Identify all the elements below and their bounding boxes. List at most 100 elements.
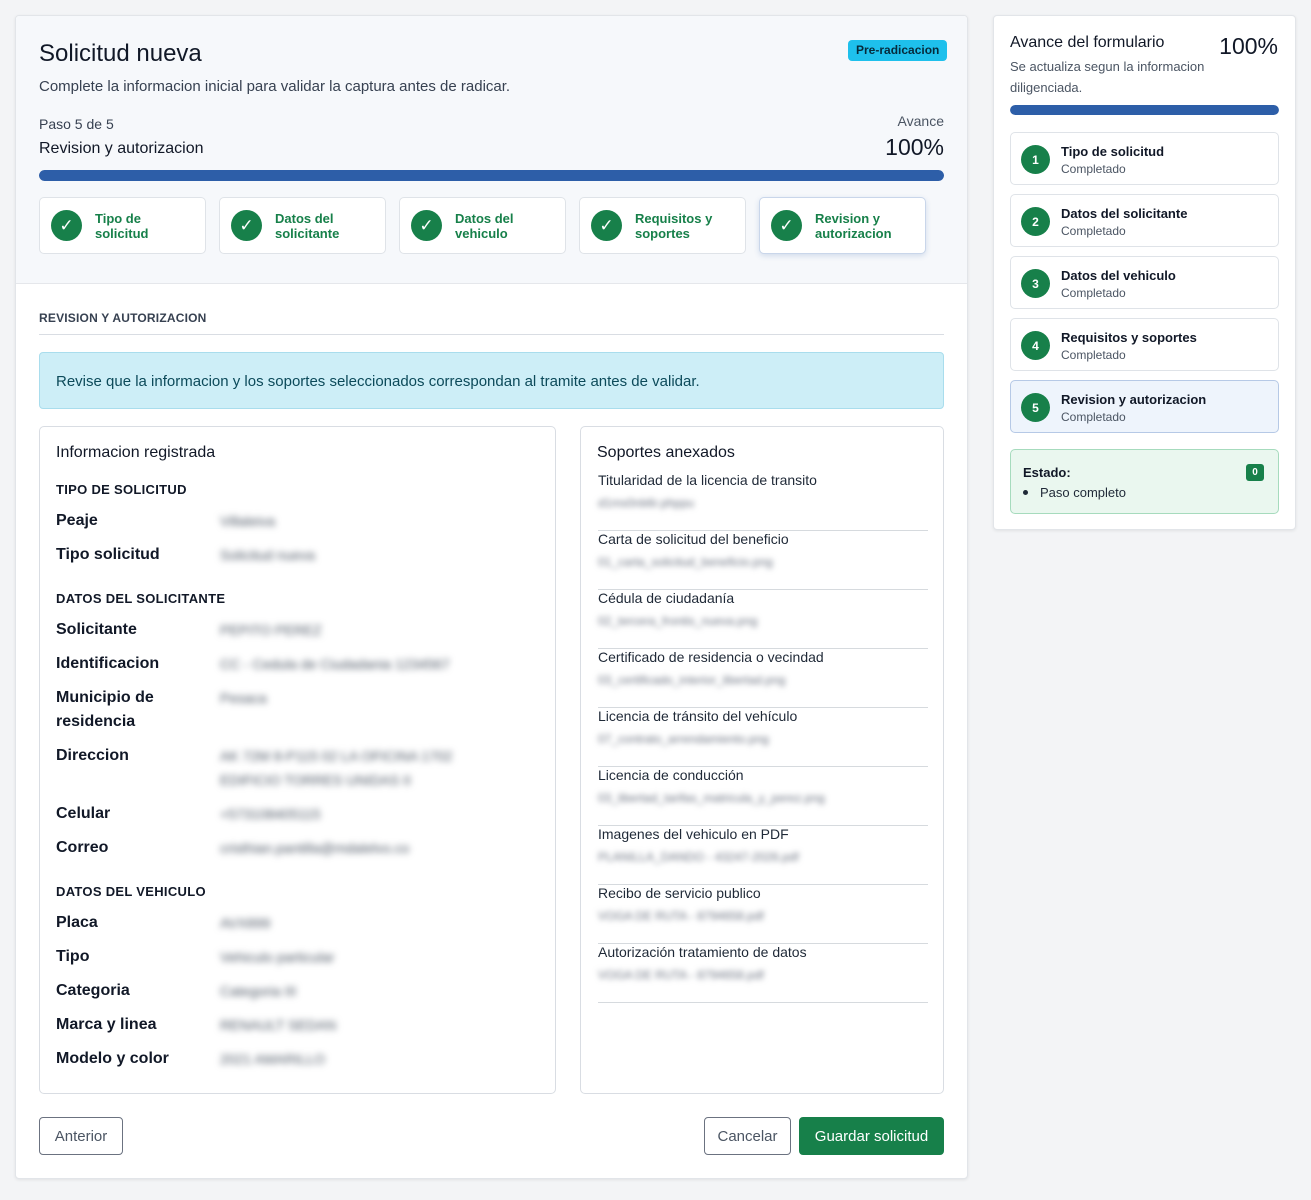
step-counter: Paso 5 de 5 [39,116,114,132]
sidebar-step-5[interactable]: 5 Revision y autorizacion Completado [1010,380,1279,433]
check-icon: ✓ [411,210,442,241]
step-number: 3 [1021,269,1050,298]
attachment-filename: 02_tercera_frontis_nueva.png [598,614,758,628]
step-revision-autorizacion[interactable]: ✓ Revision y autorizacion [759,197,926,254]
field-label-tipo-solicitud: Tipo solicitud [56,546,160,563]
progress-bar-fill [39,170,944,181]
step-datos-solicitante[interactable]: ✓ Datos del solicitante [219,197,386,254]
field-value-placa: AVX899 [220,915,271,931]
field-label-direccion: Direccion [56,747,129,764]
field-value-tipo-solicitud: Solicitud nueva [220,547,315,563]
group-title-solicitante: DATOS DEL SOLICITANTE [56,591,226,606]
current-step-name: Revision y autorizacion [39,140,204,157]
step-requisitos-soportes[interactable]: ✓ Requisitos y soportes [579,197,746,254]
status-label: Estado: [1023,465,1071,480]
check-icon: ✓ [231,210,262,241]
sidebar-step-title: Datos del solicitante [1061,206,1188,221]
cancel-button[interactable]: Cancelar [704,1117,791,1155]
step-label: Requisitos y soportes [635,210,713,241]
form-header: Solicitud nueva Complete la informacion … [16,16,967,284]
field-label-celular: Celular [56,805,111,822]
attachment-item[interactable]: Licencia de tránsito del vehículo 07_con… [598,708,928,767]
sidebar-step-title: Datos del vehiculo [1061,268,1176,283]
field-value-tipo: Vehiculo particular [220,949,335,965]
registered-info-panel: Informacion registrada TIPO DE SOLICITUD… [39,426,556,1094]
sidebar-step-status: Completado [1061,286,1126,300]
previous-button[interactable]: Anterior [39,1117,123,1155]
sidebar-percent: 100% [1219,33,1278,59]
field-value-identificacion: CC - Cedula de Ciudadania 1234567 [220,656,450,672]
field-value-celular: +573108405115 [220,806,321,822]
field-value-direccion-line1: AK 72M 8-P115 02 LA OFICINA 1702 [220,748,453,764]
sidebar-step-1[interactable]: 1 Tipo de solicitud Completado [1010,132,1279,185]
check-icon: ✓ [51,210,82,241]
progress-bar [39,170,944,181]
group-title-tipo: TIPO DE SOLICITUD [56,482,187,497]
step-label: Datos del solicitante [275,210,340,241]
info-alert: Revise que la informacion y los soportes… [39,352,944,409]
progress-label: Avance [897,113,944,129]
attachment-item[interactable]: Certificado de residencia o vecindad 03_… [598,649,928,708]
page-title: Solicitud nueva [39,40,202,67]
field-value-municipio: Pesaca [220,690,267,706]
status-item-text: Paso completo [1040,485,1126,500]
stepper: ✓ Tipo de solicitud ✓ Datos del solicita… [39,197,926,254]
attachment-filename: d1ms0nb6r.phppu [598,496,695,510]
progress-value: 100% [885,134,944,160]
field-label-solicitante: Solicitante [56,621,137,638]
save-button[interactable]: Guardar solicitud [799,1117,944,1155]
field-label-marca: Marca y linea [56,1016,157,1033]
attachment-filename: 03_certificado_interior_libertad.png [598,673,786,687]
attachment-item[interactable]: Cédula de ciudadanía 02_tercera_frontis_… [598,590,928,649]
attachment-item[interactable]: Autorización tratamiento de datos VOGA D… [598,944,928,1003]
field-label-municipio: Municipio de residencia [56,689,154,730]
step-number: 4 [1021,331,1050,360]
field-label-categoria: Categoria [56,982,130,999]
sidebar-step-status: Completado [1061,348,1126,362]
attachment-item[interactable]: Imagenes del vehiculo en PDF PLANILLA_DA… [598,826,928,885]
sidebar-step-status: Completado [1061,224,1126,238]
panel-title: Soportes anexados [597,444,735,461]
section-divider [39,334,944,335]
bullet-icon [1023,490,1028,496]
field-value-solicitante: PEPITO PEREZ [220,622,322,638]
field-value-modelo: 2021 AMARILLO [220,1051,326,1067]
section-title: REVISION Y AUTORIZACION [39,311,207,325]
attachment-filename: VOGA DE RUTA - 8794658.pdf [598,909,764,923]
form-card: Solicitud nueva Complete la informacion … [15,15,968,1179]
step-label: Datos del vehiculo [455,210,514,241]
field-label-correo: Correo [56,839,109,856]
step-number: 2 [1021,207,1050,236]
attachment-filename: PLANILLA_DANDO - 43247-2026.pdf [598,850,799,864]
sidebar-step-3[interactable]: 3 Datos del vehiculo Completado [1010,256,1279,309]
sidebar-step-4[interactable]: 4 Requisitos y soportes Completado [1010,318,1279,371]
attachment-name: Autorización tratamiento de datos [598,944,807,960]
sidebar-step-status: Completado [1061,162,1126,176]
attachment-item[interactable]: Recibo de servicio publico VOGA DE RUTA … [598,885,928,944]
field-value-marca: RENAULT SEDAN [220,1017,337,1033]
step-label: Tipo de solicitud [95,210,149,241]
attachment-item[interactable]: Titularidad de la licencia de transito d… [598,472,928,531]
attachment-item[interactable]: Licencia de conducción 03_libertad_tarif… [598,767,928,826]
sidebar-description: Se actualiza segun la informacion dilige… [1010,59,1205,95]
progress-sidebar: Avance del formulario 100% Se actualiza … [993,15,1296,530]
field-value-direccion-line2: EDIFICIO TORRES UNIDAS II [220,772,411,788]
step-number: 1 [1021,145,1050,174]
sidebar-step-title: Tipo de solicitud [1061,144,1165,159]
attachment-name: Cédula de ciudadanía [598,590,735,606]
step-datos-vehiculo[interactable]: ✓ Datos del vehiculo [399,197,566,254]
attachment-item[interactable]: Carta de solicitud del beneficio 01_cart… [598,531,928,590]
sidebar-progress-fill [1010,105,1279,115]
status-box: Estado: 0 Paso completo [1010,449,1279,514]
attachment-name: Certificado de residencia o vecindad [598,649,824,665]
group-title-vehiculo: DATOS DEL VEHICULO [56,884,206,899]
step-tipo-solicitud[interactable]: ✓ Tipo de solicitud [39,197,206,254]
sidebar-step-2[interactable]: 2 Datos del solicitante Completado [1010,194,1279,247]
field-label-modelo: Modelo y color [56,1050,169,1067]
field-label-placa: Placa [56,914,98,931]
attachment-name: Recibo de servicio publico [598,885,761,901]
sidebar-step-title: Revision y autorizacion [1061,392,1207,407]
sidebar-step-title: Requisitos y soportes [1061,330,1197,345]
sidebar-step-status: Completado [1061,410,1126,424]
field-value-peaje: Villaleiva [220,513,275,529]
